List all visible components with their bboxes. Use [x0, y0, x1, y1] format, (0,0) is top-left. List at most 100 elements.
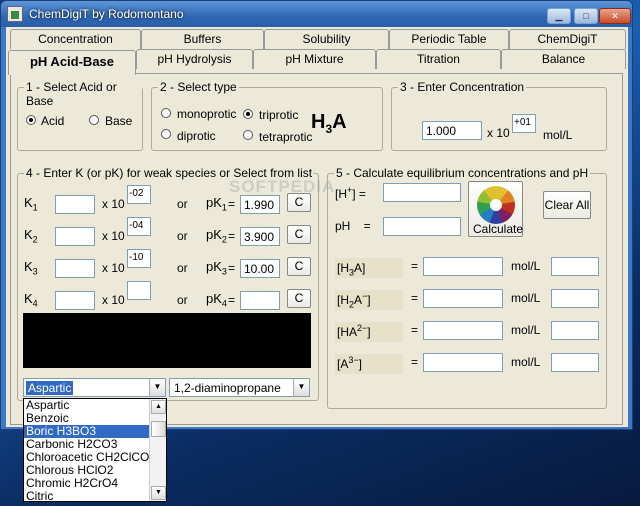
structure-display	[23, 313, 311, 368]
pk-symbol: pK	[206, 195, 222, 210]
acid-dropdown-list[interactable]: Aspartic Benzoic Boric H3BO3 Carbonic H2CO3…	[23, 398, 167, 503]
k-exponent-input[interactable]: -02	[127, 185, 151, 204]
dropdown-item[interactable]: Chloroacetic CH2ClCOOH	[24, 451, 150, 464]
triprotic-label: triprotic	[259, 108, 299, 122]
k-symbol: K	[24, 259, 33, 274]
k-exponent-input[interactable]: -10	[127, 249, 151, 268]
pk-label: pK4	[206, 291, 227, 309]
pk-symbol: pK	[206, 291, 222, 306]
dropdown-item[interactable]: Chlorous HClO2	[24, 464, 150, 477]
or-label: or	[177, 197, 188, 211]
or-label: or	[177, 261, 188, 275]
x10-label: x 10	[102, 261, 125, 275]
dropdown-item[interactable]: Benzoic	[24, 412, 150, 425]
species-suffix: ]	[358, 357, 362, 371]
equals-label: =	[411, 355, 419, 369]
k-mantissa-input[interactable]	[55, 291, 95, 310]
tab-ph-mixture[interactable]: pH Mixture	[253, 49, 376, 69]
k-exponent-input[interactable]: -04	[127, 217, 151, 236]
tab-chemdigit[interactable]: ChemDigiT	[509, 29, 626, 49]
dropdown-item[interactable]: Citric	[24, 490, 150, 503]
tab-periodic-table[interactable]: Periodic Table	[389, 29, 509, 49]
equals-label: =	[228, 197, 236, 211]
species-mid: A	[354, 261, 363, 275]
pk-input[interactable]: 3.900	[240, 227, 280, 246]
dropdown-item[interactable]: Chromic H2CrO4	[24, 477, 150, 490]
acid-label: Acid	[41, 114, 65, 128]
acid-select-value: Aspartic	[26, 381, 74, 395]
k-symbol: K	[24, 195, 33, 210]
species-concentration-output	[423, 353, 503, 372]
species-suffix: ]	[367, 325, 371, 339]
triprotic-radio[interactable]	[243, 109, 253, 119]
k-mantissa-input[interactable]	[55, 227, 95, 246]
calculate-label: Calculate	[473, 222, 524, 236]
base-select[interactable]: 1,2-diaminopropane ▼	[169, 378, 310, 397]
tab-balance[interactable]: Balance	[501, 49, 626, 69]
group-title: 1 - Select Acid or Base	[24, 80, 142, 108]
species-extra-output	[551, 289, 599, 308]
species-extra-output	[551, 321, 599, 340]
clear-k-button[interactable]: C	[287, 257, 311, 276]
k-exponent-input[interactable]	[127, 281, 151, 300]
k-subscript: 2	[32, 234, 38, 245]
tab-ph-acid-base[interactable]: pH Acid-Base	[8, 50, 136, 75]
dropdown-item[interactable]: Boric H3BO3	[24, 425, 150, 438]
species-suffix: ]	[367, 293, 371, 307]
k-label: K4	[24, 291, 38, 309]
dropdown-item[interactable]: Aspartic	[24, 399, 150, 412]
tab-titration[interactable]: Titration	[376, 49, 501, 69]
unit-label: mol/L	[511, 323, 541, 337]
pk-subscript: 2	[221, 234, 227, 245]
minimize-button[interactable]: ▁	[547, 8, 571, 24]
clear-k-button[interactable]: C	[287, 225, 311, 244]
equals-label: =	[228, 293, 236, 307]
tetraprotic-label: tetraprotic	[259, 130, 313, 144]
scroll-up-icon[interactable]: ▲	[151, 400, 166, 414]
equals-label: =	[411, 259, 419, 273]
tab-concentration[interactable]: Concentration	[10, 29, 141, 49]
pk-input[interactable]	[240, 291, 280, 310]
scroll-thumb[interactable]	[151, 421, 166, 437]
species-label: [H2A−]	[335, 290, 403, 311]
clear-all-button[interactable]: Clear All	[543, 191, 591, 219]
equals-label: =	[411, 291, 419, 305]
tetraprotic-radio[interactable]	[243, 130, 253, 140]
tab-ph-hydrolysis[interactable]: pH Hydrolysis	[136, 49, 253, 69]
group-title: 5 - Calculate equilibrium concentrations…	[334, 166, 591, 180]
k-mantissa-input[interactable]	[55, 259, 95, 278]
pk-label: pK3	[206, 259, 227, 277]
unit-label: mol/L	[511, 355, 541, 369]
h-plus-label: [H+] =	[335, 185, 366, 201]
concentration-input[interactable]: 1.000	[422, 121, 482, 140]
x10-label: x 10	[487, 126, 510, 140]
chevron-down-icon[interactable]: ▼	[293, 379, 309, 396]
clear-k-button[interactable]: C	[287, 289, 311, 308]
base-radio[interactable]	[89, 115, 99, 125]
species-label: [HA2−]	[335, 322, 403, 343]
diprotic-radio[interactable]	[161, 129, 171, 139]
acid-radio[interactable]	[26, 115, 36, 125]
dropdown-item[interactable]: Carbonic H2CO3	[24, 438, 150, 451]
pk-input[interactable]: 1.990	[240, 195, 280, 214]
chevron-down-icon[interactable]: ▼	[149, 379, 165, 396]
dropdown-scrollbar[interactable]: ▲ ▼	[149, 399, 166, 501]
diprotic-label: diprotic	[177, 129, 216, 143]
tab-buffers[interactable]: Buffers	[141, 29, 264, 49]
concentration-exponent-input[interactable]: +01	[512, 114, 536, 133]
monoprotic-radio[interactable]	[161, 108, 171, 118]
pk-label: pK1	[206, 195, 227, 213]
k-mantissa-input[interactable]	[55, 195, 95, 214]
k-subscript: 4	[32, 298, 38, 309]
calculate-button[interactable]: Calculate	[468, 181, 523, 237]
maximize-button[interactable]: □	[574, 8, 598, 24]
k-subscript: 1	[32, 202, 38, 213]
scroll-down-icon[interactable]: ▼	[151, 486, 166, 500]
pk-input[interactable]: 10.00	[240, 259, 280, 278]
species-label: [H3A]	[335, 258, 403, 279]
close-button[interactable]: ✕	[599, 8, 631, 24]
pk-subscript: 1	[221, 202, 227, 213]
acid-select[interactable]: Aspartic ▼	[23, 378, 166, 397]
tab-solubility[interactable]: Solubility	[264, 29, 389, 49]
h-plus-suffix: ] =	[352, 187, 366, 201]
